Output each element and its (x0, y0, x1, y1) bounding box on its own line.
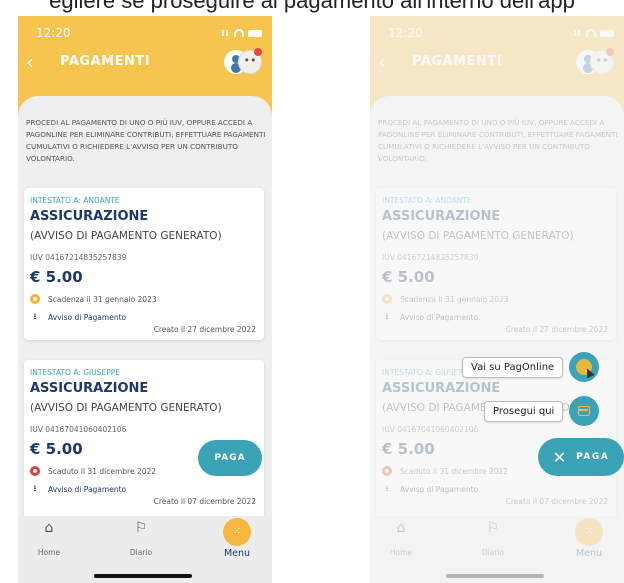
home-indicator (94, 574, 192, 578)
prosegui-option-button[interactable] (569, 396, 599, 426)
close-icon: ✕ (552, 447, 567, 467)
more-avatar-icon[interactable]: •• (238, 48, 262, 74)
card-iuv: IUV 04167214835257839 (30, 253, 127, 262)
battery-icon (248, 29, 262, 37)
intro-text: PROCEDI AL PAGAMENTO DI UNO O PIÙ IUV, O… (26, 118, 266, 163)
payment-card[interactable]: INTESTATO A: ANDANTE ASSICURAZIONE (AVVI… (24, 188, 264, 340)
status-time: 12:20 (36, 26, 71, 40)
card-created: Creato il 07 dicembre 2022 (153, 497, 256, 506)
due-status-icon (30, 466, 40, 476)
phone-screen-right: 12:20 ‹ PAGAMENTI •• PROCEDI AL PAGAMENT… (370, 16, 624, 583)
card-due: Scaduto il 31 dicembre 2022 (30, 466, 156, 476)
card-subtitle: (AVVISO DI PAGAMENTO GENERATO) (30, 402, 222, 414)
nav-home[interactable]: ⌂ Home (24, 520, 74, 557)
paga-button[interactable]: PAGA (198, 440, 262, 476)
card-subtitle: (AVVISO DI PAGAMENTO GENERATO) (30, 230, 222, 242)
wifi-icon (234, 29, 244, 37)
home-icon: ⌂ (44, 520, 54, 536)
download-icon: ⭳ (33, 312, 37, 322)
back-arrow-icon[interactable]: ‹ (26, 52, 34, 72)
card-holder: INTESTATO A: GIUSEPPE (30, 368, 121, 377)
nav-home-label: Home (37, 548, 61, 557)
signal-icon (220, 30, 230, 36)
card-title: ASSICURAZIONE (30, 381, 149, 396)
phone-screen-left: 12:20 ‹ PAGAMENTI •• PROCEDI AL PAGAMENT… (18, 16, 272, 583)
bottom-nav: ⌂ Home ⚐ Diario ⁙ Menu (18, 516, 272, 583)
payment-card[interactable]: INTESTATO A: GIUSEPPE ASSICURAZIONE (AVV… (24, 360, 264, 516)
download-icon: ⭳ (33, 484, 37, 494)
bookmark-icon: ⚐ (134, 520, 148, 536)
due-status-icon (30, 294, 40, 304)
nav-menu-label: Menu (223, 548, 251, 559)
nav-menu[interactable]: ⁙ Menu (212, 518, 262, 559)
pointer-icon (583, 366, 595, 379)
due-text: Scaduto il 31 dicembre 2022 (48, 466, 157, 476)
download-link[interactable]: ⭳ Avviso di Pagamento (30, 481, 126, 497)
pagonline-option-label[interactable]: Vai su PagOnline (462, 357, 564, 378)
card-amount: € 5.00 (30, 268, 83, 286)
prosegui-option-label[interactable]: Prosegui qui (484, 401, 564, 422)
nav-diario-label: Diario (129, 548, 153, 557)
dim-overlay[interactable] (370, 16, 624, 583)
notification-dot (254, 48, 262, 56)
download-label: Avviso di Pagamento (48, 312, 127, 322)
card-amount: € 5.00 (30, 440, 83, 458)
status-icons (220, 29, 262, 37)
profile-avatars[interactable]: •• (224, 48, 262, 74)
caption-text: egliere se proseguire al pagamento all'i… (49, 0, 575, 13)
pagonline-option-button[interactable] (569, 352, 599, 382)
download-link[interactable]: ⭳ Avviso di Pagamento (30, 309, 126, 325)
download-label: Avviso di Pagamento (48, 484, 127, 494)
due-text: Scadenza il 31 gennaio 2023 (48, 294, 157, 304)
paga-label: PAGA (576, 452, 610, 462)
nav-diario[interactable]: ⚐ Diario (116, 520, 166, 557)
menu-grid-icon: ⁙ (223, 518, 251, 546)
card-holder: INTESTATO A: ANDANTE (30, 196, 120, 205)
card-created: Creato il 27 dicembre 2022 (153, 325, 256, 334)
page-title: PAGAMENTI (60, 54, 151, 69)
paga-close-button[interactable]: ✕ PAGA (538, 438, 624, 476)
card-title: ASSICURAZIONE (30, 209, 149, 224)
credit-card-icon (578, 406, 590, 416)
card-iuv: IUV 04167041060402106 (30, 425, 127, 434)
card-due: Scadenza il 31 gennaio 2023 (30, 294, 157, 304)
